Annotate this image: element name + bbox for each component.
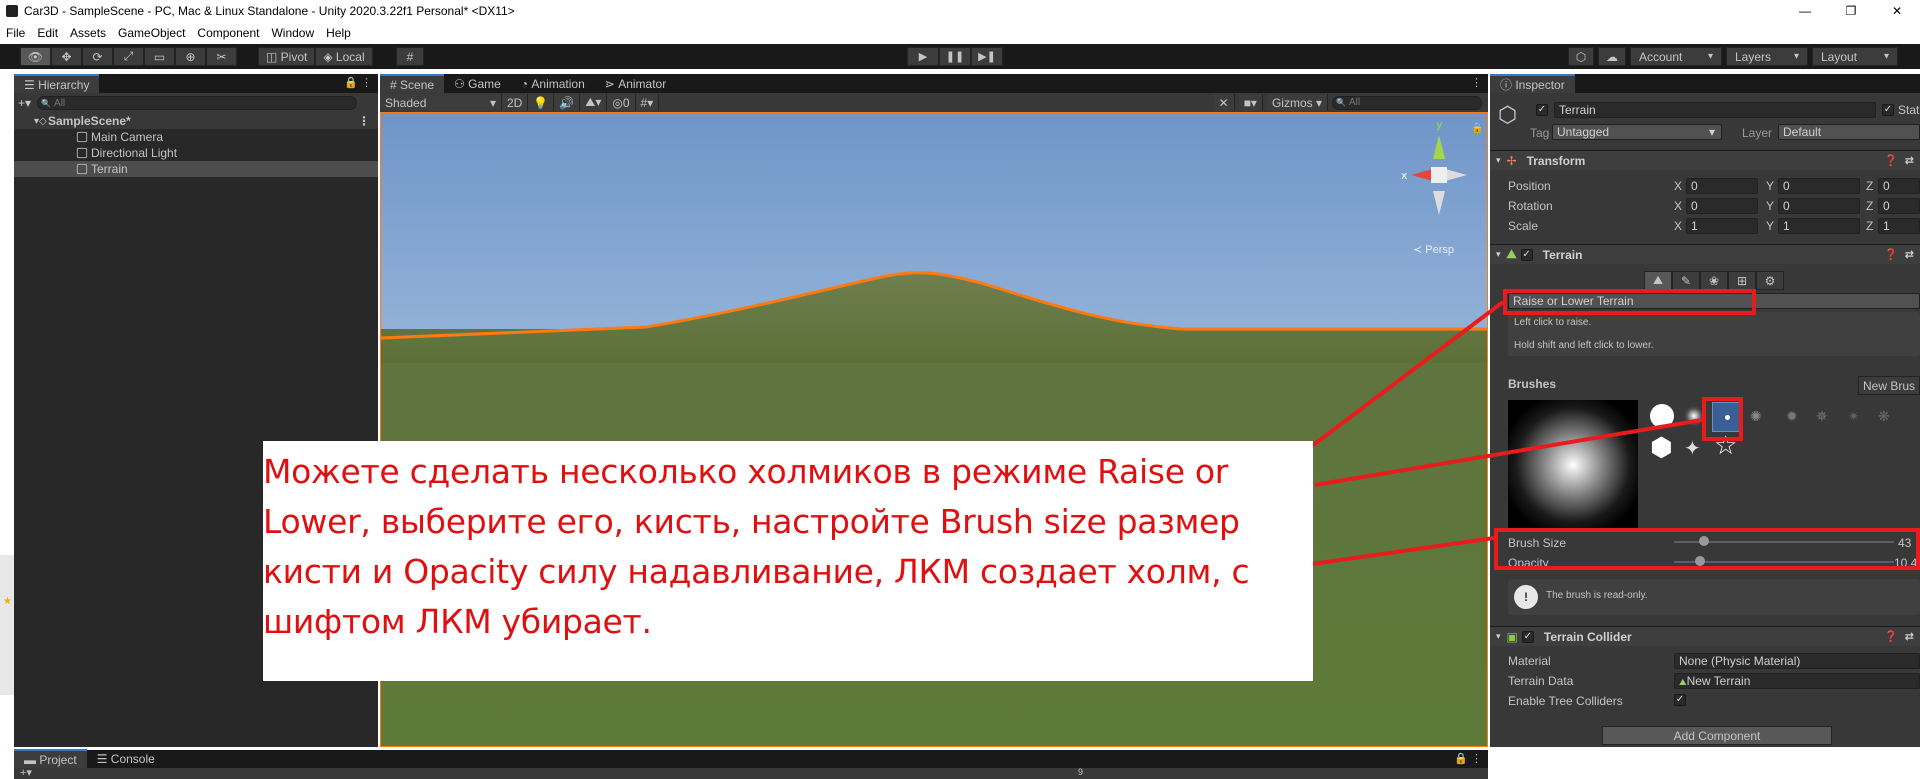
- background-window-edge: ★: [0, 555, 14, 695]
- annotation-note: Можете сделать несколько холмиков в режи…: [263, 441, 1313, 681]
- star-icon: ★: [3, 596, 12, 607]
- annotation-text: Можете сделать несколько холмиков в режи…: [263, 452, 1250, 641]
